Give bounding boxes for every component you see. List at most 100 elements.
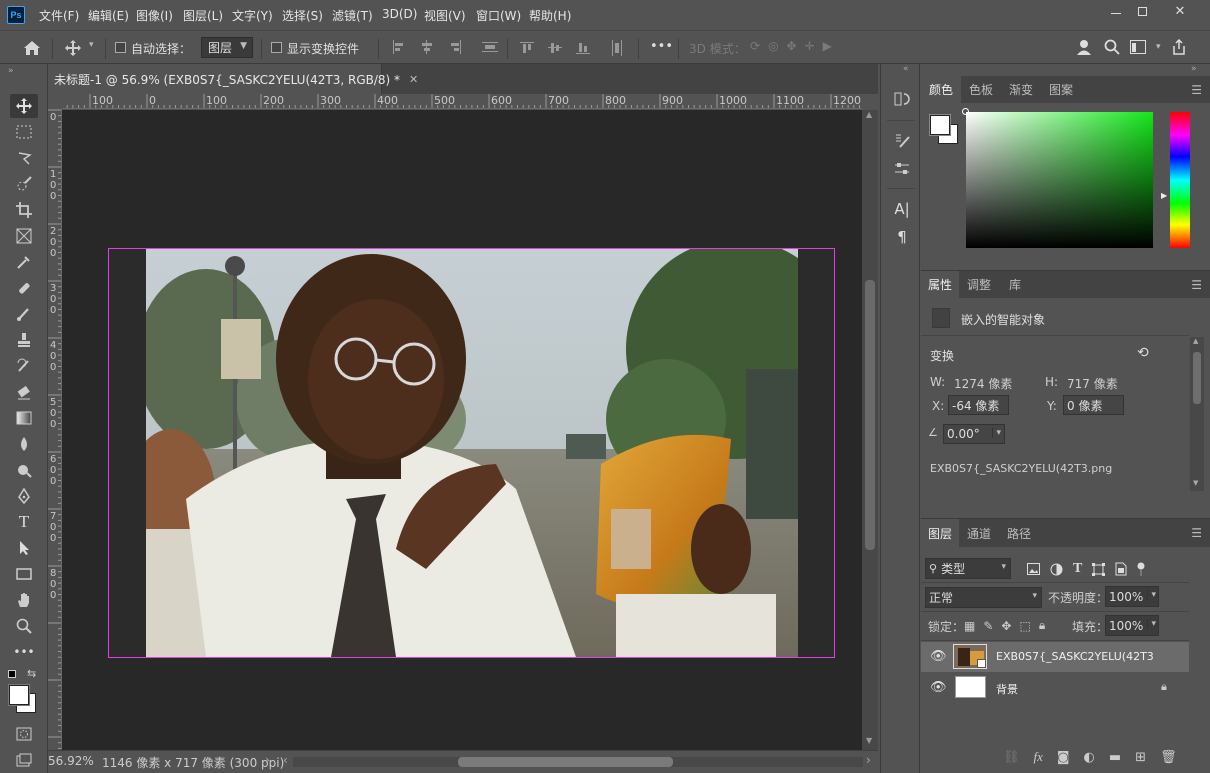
- add-mask-icon[interactable]: ◙: [1057, 750, 1070, 765]
- lasso-tool[interactable]: [10, 146, 38, 170]
- lock-all-icon[interactable]: 🔒︎: [1039, 618, 1045, 633]
- more-tools-button[interactable]: •••: [10, 640, 38, 664]
- adjustment-layer-icon[interactable]: ◐: [1084, 750, 1095, 765]
- path-selection-tool[interactable]: [10, 536, 38, 560]
- tab-layers[interactable]: 图层: [921, 519, 959, 547]
- dodge-tool[interactable]: [10, 458, 38, 482]
- document-tab[interactable]: 未标题-1 @ 56.9% (EXB0S7{_SASKC2YELU(42T3, …: [48, 64, 418, 94]
- lock-position-icon[interactable]: ✥: [1001, 619, 1011, 633]
- x-input[interactable]: -64 像素: [948, 395, 1009, 415]
- menu-3d[interactable]: 3D(D): [382, 7, 417, 21]
- show-transform-checkbox[interactable]: [271, 42, 282, 53]
- 3d-pan-icon[interactable]: ✥: [787, 39, 797, 53]
- close-button[interactable]: ✕: [1164, 0, 1196, 22]
- lock-pixels-icon[interactable]: ✎: [983, 619, 993, 633]
- scroll-down-icon[interactable]: ▼: [866, 736, 872, 745]
- frame-tool[interactable]: [10, 224, 38, 248]
- scroll-thumb[interactable]: [865, 280, 875, 550]
- tab-swatches[interactable]: 色板: [961, 76, 1001, 103]
- horizontal-scrollbar[interactable]: [293, 757, 863, 767]
- panel-menu-icon[interactable]: ☰: [1191, 83, 1202, 97]
- marquee-tool[interactable]: [10, 120, 38, 144]
- 3d-scale-icon[interactable]: ▶: [823, 39, 832, 53]
- workspace-icon[interactable]: [1130, 40, 1146, 54]
- layer-row[interactable]: 👁︎ EXB0S7{_SASKC2YELU(42T3: [921, 642, 1189, 672]
- scroll-left-icon[interactable]: ‹: [283, 753, 288, 767]
- distribute-icon[interactable]: [482, 40, 498, 54]
- user-icon[interactable]: [1076, 38, 1094, 56]
- menu-filter[interactable]: 滤镜(T): [332, 7, 373, 24]
- menu-edit[interactable]: 编辑(E): [88, 7, 129, 24]
- hand-tool[interactable]: [10, 588, 38, 612]
- chevron-down-icon[interactable]: ▾: [89, 40, 94, 50]
- blur-tool[interactable]: [10, 432, 38, 456]
- layer-name[interactable]: 背景: [996, 681, 1018, 697]
- paragraph-panel-button[interactable]: ¶: [891, 226, 913, 248]
- tab-adjustments[interactable]: 调整: [959, 271, 999, 298]
- pen-tool[interactable]: [10, 484, 38, 508]
- eraser-tool[interactable]: [10, 380, 38, 404]
- tab-paths[interactable]: 路径: [999, 519, 1039, 547]
- move-tool[interactable]: [10, 94, 38, 118]
- opacity-input[interactable]: 100% ▾: [1105, 586, 1159, 607]
- clone-stamp-tool[interactable]: [10, 328, 38, 352]
- eye-icon[interactable]: 👁︎: [930, 649, 947, 664]
- move-tool-preset[interactable]: [62, 38, 84, 58]
- document-canvas[interactable]: [62, 110, 862, 750]
- share-icon[interactable]: [1171, 39, 1187, 55]
- lock-artboard-icon[interactable]: ⬚: [1019, 619, 1030, 633]
- close-tab-icon[interactable]: ✕: [409, 73, 418, 86]
- scroll-thumb[interactable]: [458, 757, 673, 767]
- lock-transparent-icon[interactable]: ▦: [964, 619, 975, 633]
- maximize-button[interactable]: [1126, 0, 1158, 22]
- properties-scrollbar[interactable]: ▲ ▼: [1190, 337, 1204, 491]
- menu-file[interactable]: 文件(F): [39, 7, 79, 24]
- search-icon[interactable]: [1104, 39, 1120, 55]
- menu-layer[interactable]: 图层(L): [183, 7, 223, 24]
- menu-help[interactable]: 帮助(H): [529, 7, 571, 24]
- default-colors-icon[interactable]: [8, 670, 16, 678]
- angle-input[interactable]: 0.00° ▾: [943, 424, 1005, 444]
- adjustment-filter-icon[interactable]: [1050, 563, 1063, 576]
- shape-filter-icon[interactable]: [1092, 562, 1106, 576]
- tab-gradients[interactable]: 渐变: [1001, 76, 1041, 103]
- crop-tool[interactable]: [10, 198, 38, 222]
- quick-select-tool[interactable]: [10, 172, 38, 196]
- hue-slider-marker[interactable]: ▶: [1161, 191, 1167, 200]
- 3d-orbit-icon[interactable]: ⟳: [750, 39, 760, 53]
- foreground-color-swatch[interactable]: [9, 685, 29, 705]
- smart-object-filter-icon[interactable]: [1115, 562, 1127, 576]
- align-middle-icon[interactable]: [548, 41, 562, 55]
- tab-color[interactable]: 颜色: [921, 76, 961, 103]
- more-options-button[interactable]: •••: [650, 39, 673, 54]
- healing-brush-tool[interactable]: [10, 276, 38, 300]
- color-field[interactable]: [962, 108, 1153, 248]
- align-center-icon[interactable]: [420, 40, 434, 54]
- scroll-right-icon[interactable]: ›: [866, 753, 871, 767]
- collapse-icon[interactable]: »: [1191, 64, 1197, 74]
- scroll-thumb[interactable]: [1193, 352, 1201, 404]
- home-button[interactable]: [20, 37, 44, 59]
- menu-image[interactable]: 图像(I): [136, 7, 173, 24]
- brush-panel-button[interactable]: [891, 130, 913, 152]
- layer-name[interactable]: EXB0S7{_SASKC2YELU(42T3: [996, 650, 1154, 663]
- blend-mode-dropdown[interactable]: 正常 ▾: [925, 587, 1042, 608]
- zoom-level[interactable]: 56.92%: [48, 754, 94, 768]
- history-brush-tool[interactable]: [10, 354, 38, 378]
- artboard[interactable]: [108, 248, 835, 658]
- hue-slider[interactable]: [1170, 112, 1190, 248]
- layer-row[interactable]: 👁︎ 背景 🔒︎: [921, 673, 1189, 703]
- menu-window[interactable]: 窗口(W): [476, 7, 521, 24]
- new-layer-icon[interactable]: ⊞: [1135, 750, 1146, 765]
- menu-select[interactable]: 选择(S): [282, 7, 323, 24]
- fill-input[interactable]: 100% ▾: [1105, 615, 1159, 636]
- character-panel-button[interactable]: A|: [891, 198, 913, 220]
- chevron-right-icon[interactable]: ›: [265, 753, 270, 767]
- delete-layer-icon[interactable]: 🗑︎: [1160, 750, 1177, 765]
- align-right-icon[interactable]: [448, 40, 462, 54]
- tab-libraries[interactable]: 库: [999, 271, 1031, 298]
- link-layers-icon[interactable]: ⛓︎: [1003, 750, 1020, 765]
- screen-mode-button[interactable]: [10, 748, 38, 772]
- foreground-color-swatch[interactable]: [930, 115, 950, 135]
- menu-type[interactable]: 文字(Y): [232, 7, 273, 24]
